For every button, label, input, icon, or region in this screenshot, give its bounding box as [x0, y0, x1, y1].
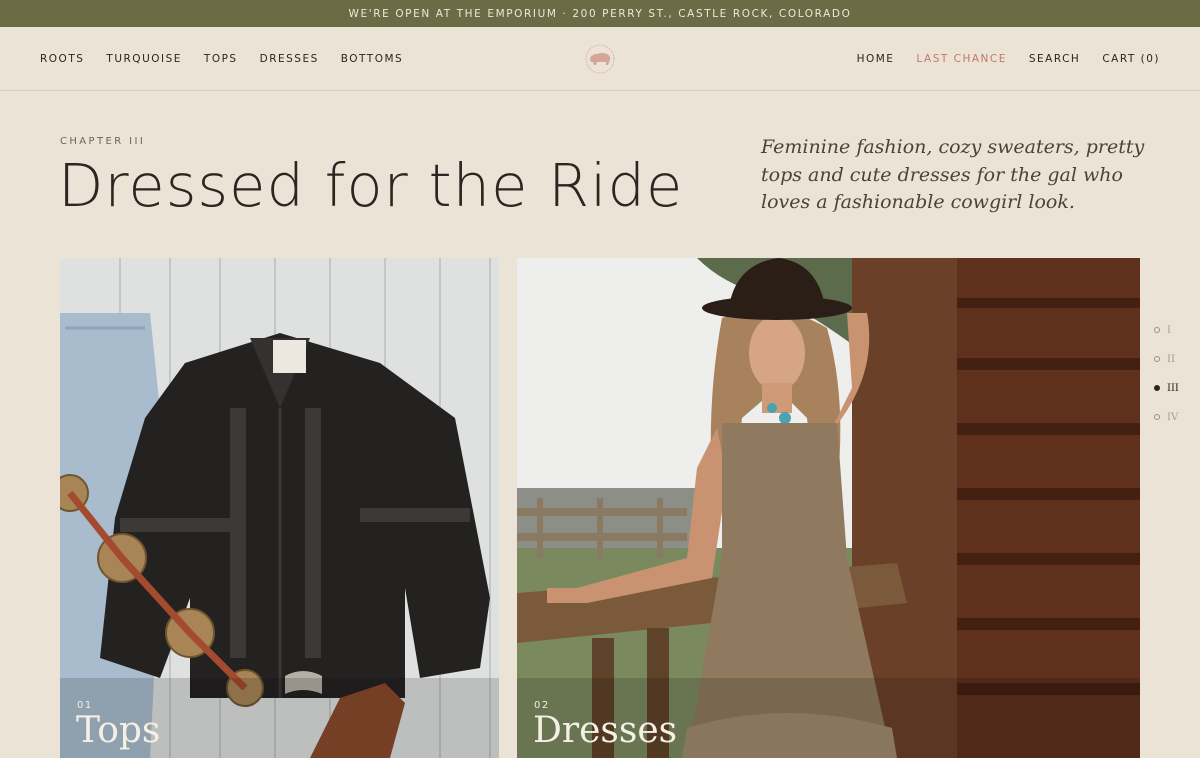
card-label: Tops	[76, 710, 161, 751]
chapter-label: III	[1167, 382, 1179, 394]
hero-section: CHAPTER III Dressed for the Ride Feminin…	[0, 91, 1200, 258]
nav-item-tops[interactable]: TOPS	[204, 53, 238, 65]
buffalo-logo-icon	[585, 44, 615, 73]
chapter-dot-2[interactable]: II	[1154, 352, 1179, 366]
buffalo-logo[interactable]	[578, 42, 622, 76]
collection-card-dresses[interactable]: 02 Dresses	[517, 258, 1140, 758]
nav-item-bottoms[interactable]: BOTTOMS	[341, 53, 403, 65]
card-label: Dresses	[533, 710, 678, 751]
chapter-label: I	[1167, 324, 1171, 336]
page-title: Dressed for the Ride	[58, 151, 684, 220]
nav-item-turquoise[interactable]: TURQUOISE	[106, 53, 182, 65]
announcement-text: WE'RE OPEN AT THE EMPORIUM · 200 PERRY S…	[348, 7, 852, 20]
dot-icon	[1154, 356, 1160, 362]
secondary-nav: HOME LAST CHANCE SEARCH CART (0)	[857, 53, 1160, 65]
dot-icon	[1154, 327, 1160, 333]
chapter-dot-3[interactable]: III	[1154, 381, 1179, 395]
dresses-image	[517, 258, 1140, 758]
dot-icon	[1154, 385, 1160, 391]
nav-item-home[interactable]: HOME	[857, 53, 895, 65]
hero-description: Feminine fashion, cozy sweaters, pretty …	[761, 136, 1145, 213]
nav-item-last-chance[interactable]: LAST CHANCE	[916, 53, 1006, 65]
tops-image	[60, 258, 499, 758]
nav-item-search[interactable]: SEARCH	[1029, 53, 1080, 65]
chapter-dot-1[interactable]: I	[1154, 323, 1179, 337]
chapter-label: II	[1167, 353, 1175, 365]
chapter-label: IV	[1167, 411, 1179, 423]
collection-card-tops[interactable]: 01 Tops	[60, 258, 499, 758]
nav-item-roots[interactable]: ROOTS	[40, 53, 84, 65]
chapter-eyebrow: CHAPTER III	[60, 136, 146, 147]
chapter-dot-4[interactable]: IV	[1154, 410, 1179, 424]
site-header: ROOTS TURQUOISE TOPS DRESSES BOTTOMS HOM…	[0, 27, 1200, 91]
dot-icon	[1154, 414, 1160, 420]
chapter-nav: I II III IV	[1154, 323, 1179, 424]
cart-link[interactable]: CART (0)	[1102, 53, 1160, 65]
primary-nav: ROOTS TURQUOISE TOPS DRESSES BOTTOMS	[40, 53, 403, 65]
nav-item-dresses[interactable]: DRESSES	[260, 53, 319, 65]
announcement-bar: WE'RE OPEN AT THE EMPORIUM · 200 PERRY S…	[0, 0, 1200, 27]
